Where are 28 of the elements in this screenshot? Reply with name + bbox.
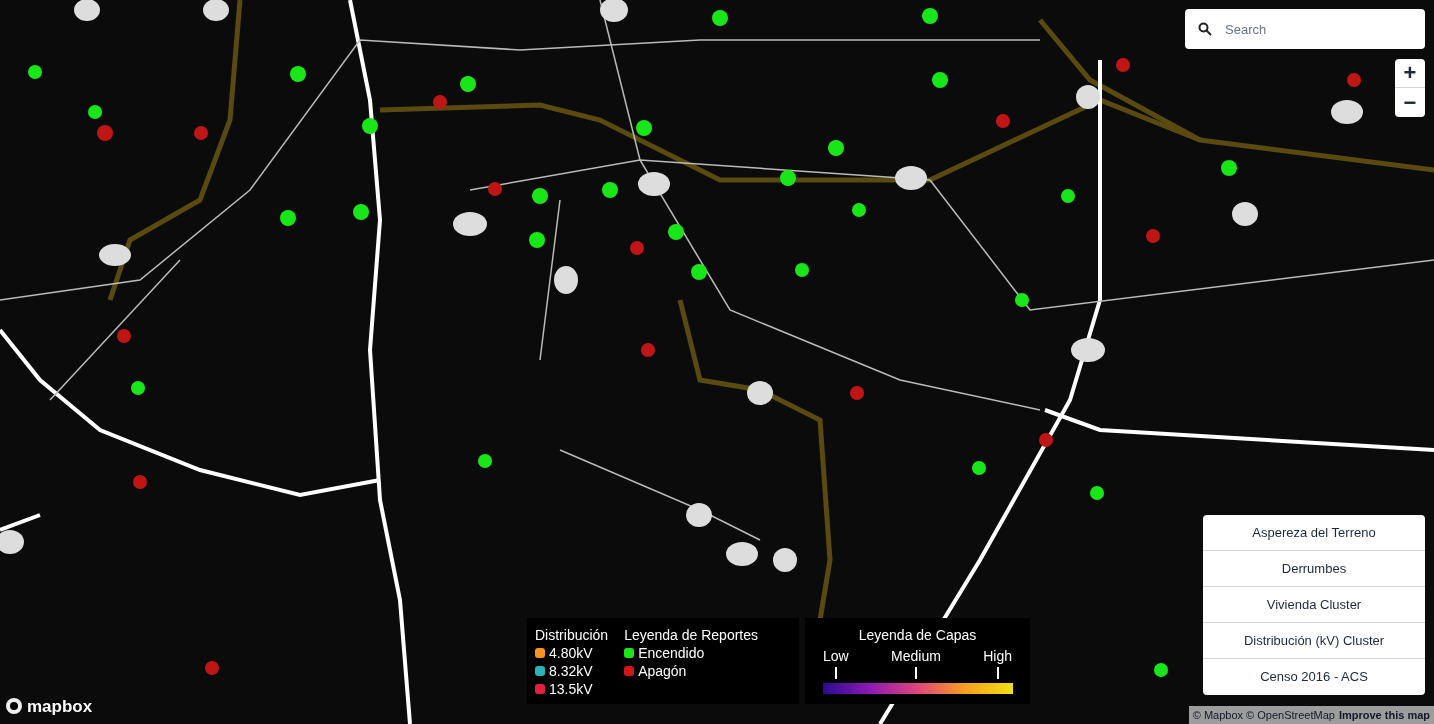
legend-title: Distribución <box>535 626 609 644</box>
mapbox-logo[interactable]: mapbox <box>5 697 93 715</box>
scale-label: High <box>983 648 1012 664</box>
search-icon <box>1198 22 1212 36</box>
logo-icon <box>5 697 23 715</box>
legend-title: Leyenda de Capas <box>858 626 977 644</box>
zoom-in-button[interactable]: + <box>1395 59 1425 88</box>
legend-label: Apagón <box>638 662 687 680</box>
scale-tick <box>914 667 917 679</box>
attribution-text: © Mapbox © OpenStreetMap <box>1192 707 1335 723</box>
search-field[interactable]: Search <box>1185 9 1425 49</box>
zoom-out-button[interactable]: − <box>1395 88 1425 117</box>
legend-label: 8.32kV <box>549 662 593 680</box>
layer-button[interactable]: Aspereza del Terreno <box>1203 515 1425 551</box>
scale-label: Low <box>823 648 849 664</box>
legend-title: Leyenda de Reportes <box>624 626 758 644</box>
scale-label: Medium <box>891 648 941 664</box>
layer-button[interactable]: Derrumbes <box>1203 551 1425 587</box>
layer-button[interactable]: Vivienda Cluster <box>1203 587 1425 623</box>
legend-label: Encendido <box>638 644 705 662</box>
legend-label: 4.80kV <box>549 644 593 662</box>
scale-tick <box>834 667 837 679</box>
layer-button[interactable]: Distribución (kV) Cluster <box>1203 623 1425 659</box>
improve-map-link[interactable]: Improve this map <box>1338 706 1430 724</box>
map-drawing[interactable] <box>0 0 1434 724</box>
layer-button[interactable]: Censo 2016 - ACS <box>1203 659 1425 695</box>
scale-tick <box>996 667 999 679</box>
legend-label: 13.5kV <box>549 680 593 698</box>
